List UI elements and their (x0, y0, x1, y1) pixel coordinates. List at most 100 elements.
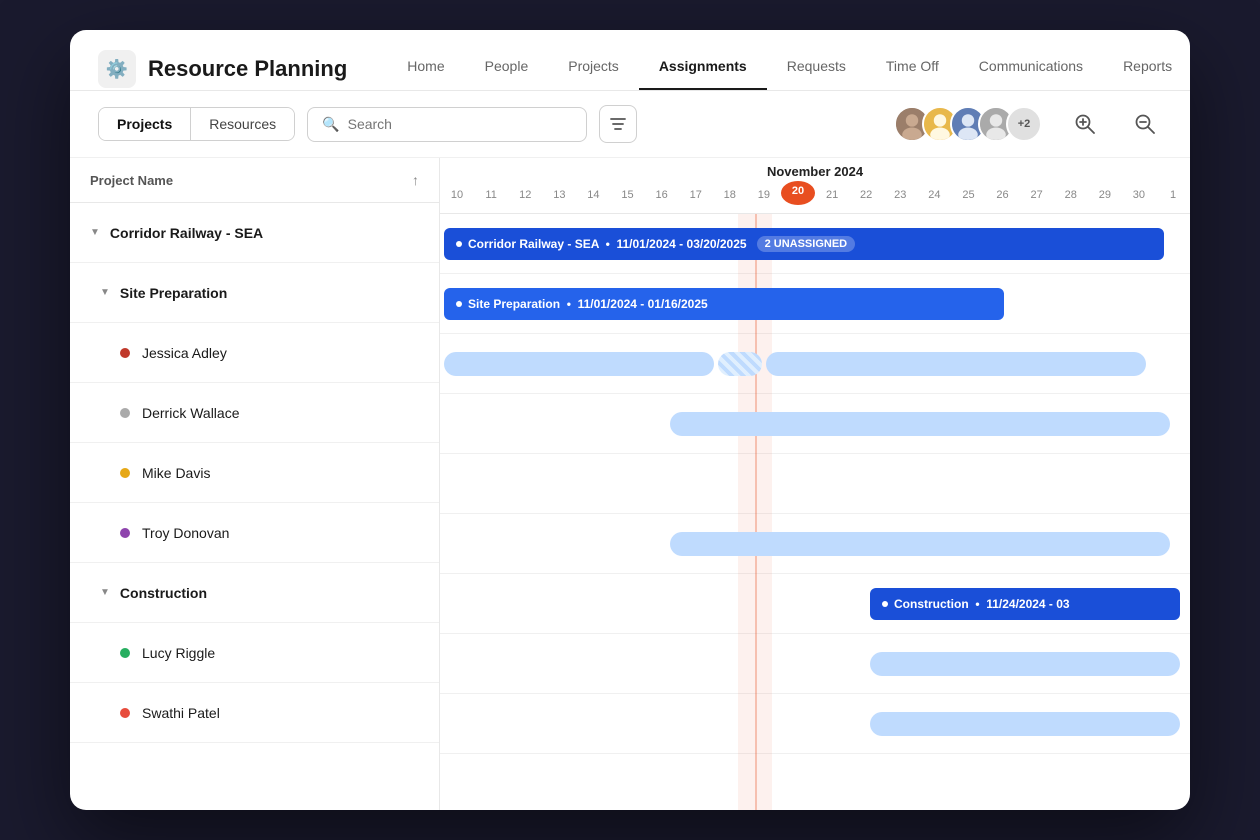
tab-home[interactable]: Home (387, 48, 464, 90)
day-20-wrapper: 20 (781, 181, 815, 213)
tab-reports[interactable]: Reports (1103, 48, 1190, 90)
avatar-more: +2 (1006, 106, 1042, 142)
day-10: 10 (440, 185, 474, 209)
toggle-resources-button[interactable]: Resources (191, 108, 294, 140)
gantt-row-mike (440, 454, 1190, 514)
person-dot (120, 348, 130, 358)
task-name: Construction (120, 585, 207, 601)
jessica-bar-2[interactable] (766, 352, 1146, 376)
gear-icon: ⚙️ (98, 50, 136, 88)
day-17: 17 (679, 185, 713, 209)
person-dot (120, 528, 130, 538)
app-window: ⚙️ Resource Planning Home People Project… (70, 30, 1190, 810)
bar-dot (456, 301, 462, 307)
day-30: 30 (1122, 185, 1156, 209)
col-header-title: Project Name (90, 173, 412, 188)
gantt-row-site-prep: Site Preparation • 11/01/2024 - 01/16/20… (440, 274, 1190, 334)
tab-timeoff[interactable]: Time Off (866, 48, 959, 90)
task-row-construction[interactable]: ▼ Construction (70, 563, 439, 623)
day-20-today: 20 (781, 181, 815, 205)
person-row-mike[interactable]: Mike Davis (70, 443, 439, 503)
filter-button[interactable] (599, 105, 637, 143)
logo-area: ⚙️ Resource Planning (98, 50, 347, 88)
person-dot (120, 708, 130, 718)
project-row-corridor[interactable]: ▼ Corridor Railway - SEA (70, 203, 439, 263)
unassigned-badge: 2 UNASSIGNED (757, 236, 856, 252)
jessica-bar-hatch (718, 352, 762, 376)
day-16: 16 (645, 185, 679, 209)
person-name: Swathi Patel (142, 705, 220, 721)
header: ⚙️ Resource Planning Home People Project… (70, 30, 1190, 91)
nav-tabs: Home People Projects Assignments Request… (387, 48, 1190, 90)
derrick-bar[interactable] (670, 412, 1170, 436)
avatar-stack: +2 (894, 106, 1042, 142)
gantt-panel: November 2024 10 11 12 13 14 15 16 17 18… (440, 158, 1190, 810)
task-name: Site Preparation (120, 285, 227, 301)
search-input[interactable] (348, 116, 573, 132)
swathi-bar[interactable] (870, 712, 1180, 736)
day-13: 13 (542, 185, 576, 209)
person-dot (120, 408, 130, 418)
construction-gantt-bar[interactable]: Construction • 11/24/2024 - 03 (870, 588, 1180, 620)
day-19: 19 (747, 185, 781, 209)
rows-container: ▼ Corridor Railway - SEA ▼ Site Preparat… (70, 203, 439, 810)
project-name: Corridor Railway - SEA (110, 225, 263, 241)
chevron-icon: ▼ (90, 227, 100, 238)
lucy-bar[interactable] (870, 652, 1180, 676)
person-name: Derrick Wallace (142, 405, 240, 421)
day-26: 26 (986, 185, 1020, 209)
day-25: 25 (951, 185, 985, 209)
day-24: 24 (917, 185, 951, 209)
project-bar-label: Corridor Railway - SEA • 11/01/2024 - 03… (468, 237, 747, 251)
sort-icon[interactable]: ↑ (412, 172, 419, 188)
person-row-lucy[interactable]: Lucy Riggle (70, 623, 439, 683)
person-row-derrick[interactable]: Derrick Wallace (70, 383, 439, 443)
day-12: 12 (508, 185, 542, 209)
bar-dot (882, 601, 888, 607)
tab-assignments[interactable]: Assignments (639, 48, 767, 90)
jessica-bar-1[interactable] (444, 352, 714, 376)
gantt-row-project: Corridor Railway - SEA • 11/01/2024 - 03… (440, 214, 1190, 274)
tab-requests[interactable]: Requests (767, 48, 866, 90)
gantt-body: Corridor Railway - SEA • 11/01/2024 - 03… (440, 214, 1190, 810)
person-name: Jessica Adley (142, 345, 227, 361)
main-content: Project Name ↑ ▼ Corridor Railway - SEA … (70, 158, 1190, 810)
site-prep-gantt-bar[interactable]: Site Preparation • 11/01/2024 - 01/16/20… (444, 288, 1004, 320)
column-header: Project Name ↑ (70, 158, 439, 203)
troy-bar[interactable] (670, 532, 1170, 556)
person-name: Troy Donovan (142, 525, 229, 541)
project-gantt-bar[interactable]: Corridor Railway - SEA • 11/01/2024 - 03… (444, 228, 1164, 260)
day-29: 29 (1088, 185, 1122, 209)
gantt-month: November 2024 (440, 158, 1190, 181)
zoom-in-button[interactable] (1068, 107, 1102, 141)
day-21: 21 (815, 185, 849, 209)
view-toggle: Projects Resources (98, 107, 295, 141)
toggle-projects-button[interactable]: Projects (99, 108, 191, 140)
gantt-days-row: 10 11 12 13 14 15 16 17 18 19 20 21 22 2… (440, 181, 1190, 213)
tab-communications[interactable]: Communications (959, 48, 1103, 90)
search-icon: 🔍 (322, 116, 339, 133)
day-1: 1 (1156, 185, 1190, 209)
tab-projects[interactable]: Projects (548, 48, 639, 90)
person-row-swathi[interactable]: Swathi Patel (70, 683, 439, 743)
day-18: 18 (713, 185, 747, 209)
app-title: Resource Planning (148, 56, 347, 82)
chevron-icon: ▼ (100, 287, 110, 298)
task-row-site-prep[interactable]: ▼ Site Preparation (70, 263, 439, 323)
gantt-row-troy (440, 514, 1190, 574)
search-bar: 🔍 (307, 107, 587, 142)
filter-icon (610, 117, 626, 131)
person-dot (120, 468, 130, 478)
chevron-icon: ▼ (100, 587, 110, 598)
zoom-out-button[interactable] (1128, 107, 1162, 141)
left-panel: Project Name ↑ ▼ Corridor Railway - SEA … (70, 158, 440, 810)
day-27: 27 (1020, 185, 1054, 209)
toolbar: Projects Resources 🔍 (70, 91, 1190, 158)
person-dot (120, 648, 130, 658)
gantt-row-swathi (440, 694, 1190, 754)
gantt-rows: Corridor Railway - SEA • 11/01/2024 - 03… (440, 214, 1190, 754)
tab-people[interactable]: People (465, 48, 549, 90)
person-row-troy[interactable]: Troy Donovan (70, 503, 439, 563)
construction-bar-label: Construction • 11/24/2024 - 03 (894, 597, 1070, 611)
person-row-jessica[interactable]: Jessica Adley (70, 323, 439, 383)
